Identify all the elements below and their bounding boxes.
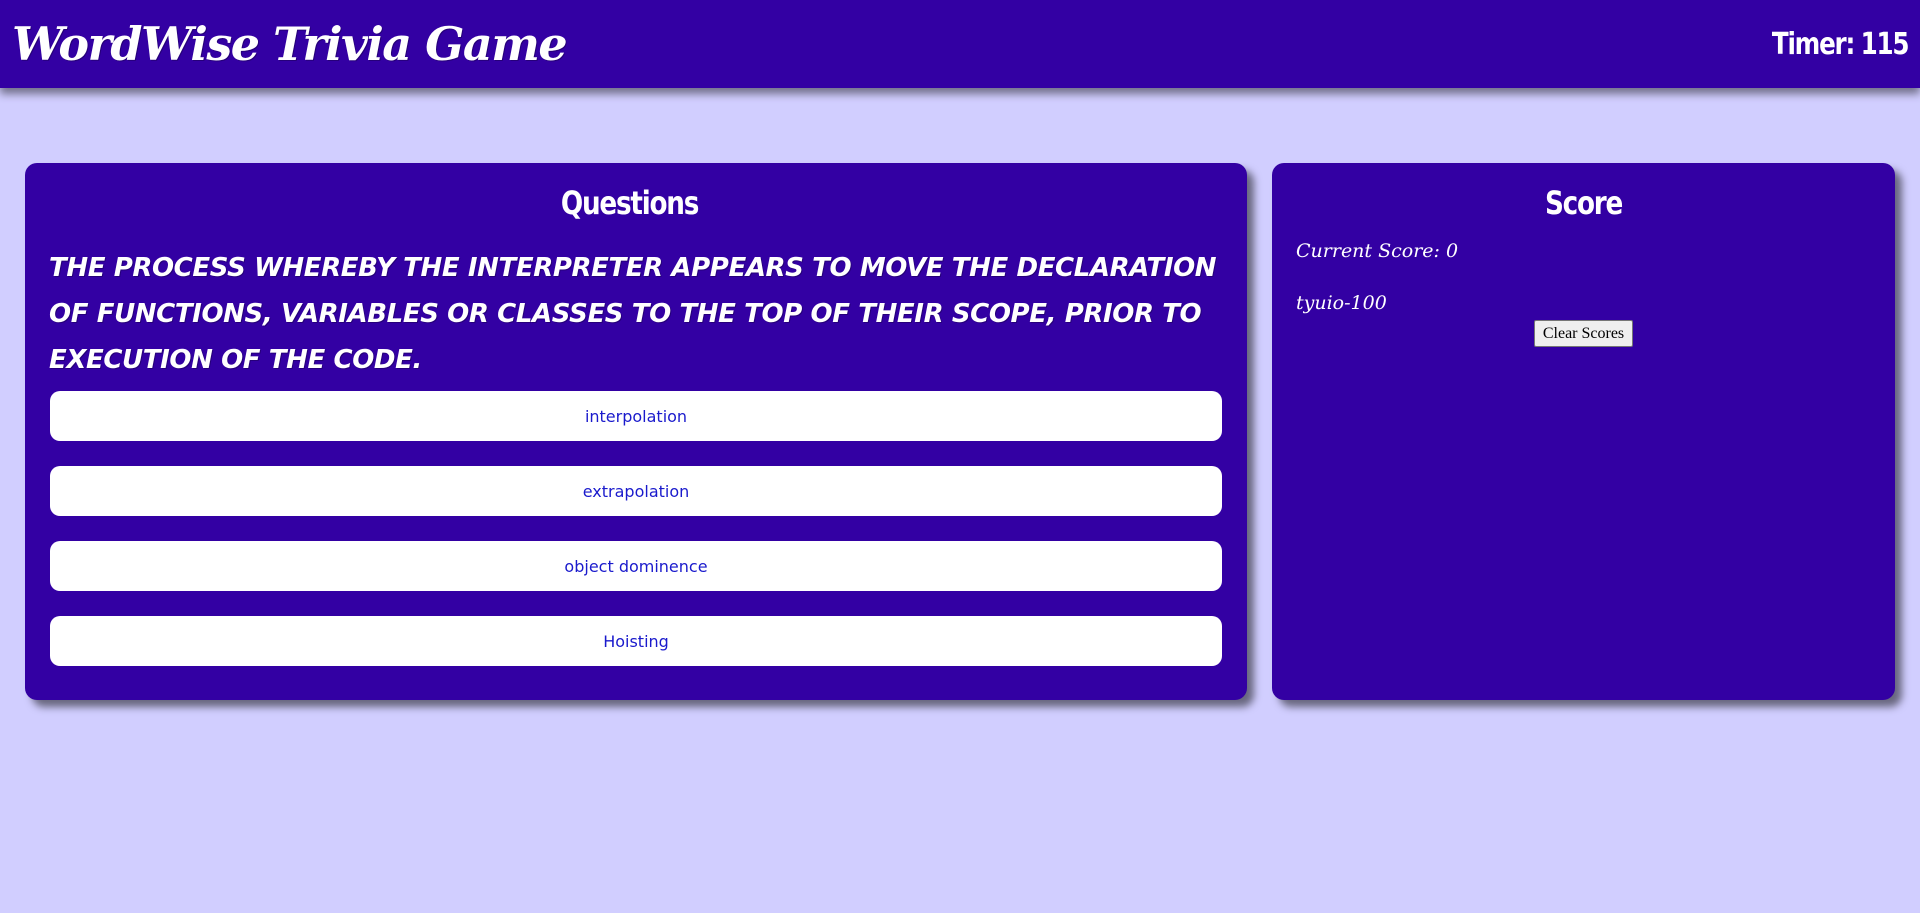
score-heading: Score <box>1544 184 1623 222</box>
timer-value: 115 <box>1860 26 1909 62</box>
high-score-entry: tyuio-100 <box>1296 292 1387 314</box>
score-panel: Score Current Score: 0 tyuio-100 Clear S… <box>1272 163 1895 700</box>
answer-button-4[interactable]: Hoisting <box>50 616 1222 666</box>
clear-scores-button[interactable]: Clear Scores <box>1533 320 1634 347</box>
app-title: WordWise Trivia Game <box>12 17 568 71</box>
questions-heading: Questions <box>560 184 699 222</box>
questions-panel: Questions The process whereby the interp… <box>25 163 1247 700</box>
answer-button-3[interactable]: object dominence <box>50 541 1222 591</box>
timer-label: Timer: <box>1771 26 1855 62</box>
answer-button-1[interactable]: interpolation <box>50 391 1222 441</box>
answer-button-2[interactable]: extrapolation <box>50 466 1222 516</box>
answer-list: interpolation extrapolation object domin… <box>37 391 1222 666</box>
timer: Timer: 115 <box>1771 26 1910 62</box>
app-header: WordWise Trivia Game Timer: 115 <box>0 0 1920 88</box>
current-score: Current Score: 0 <box>1296 239 1871 263</box>
current-score-label: Current Score: <box>1296 240 1440 262</box>
question-text: The process whereby the interpreter appe… <box>49 253 1217 375</box>
current-score-value: 0 <box>1445 240 1459 262</box>
clear-scores-wrap: Clear Scores <box>1296 320 1871 347</box>
